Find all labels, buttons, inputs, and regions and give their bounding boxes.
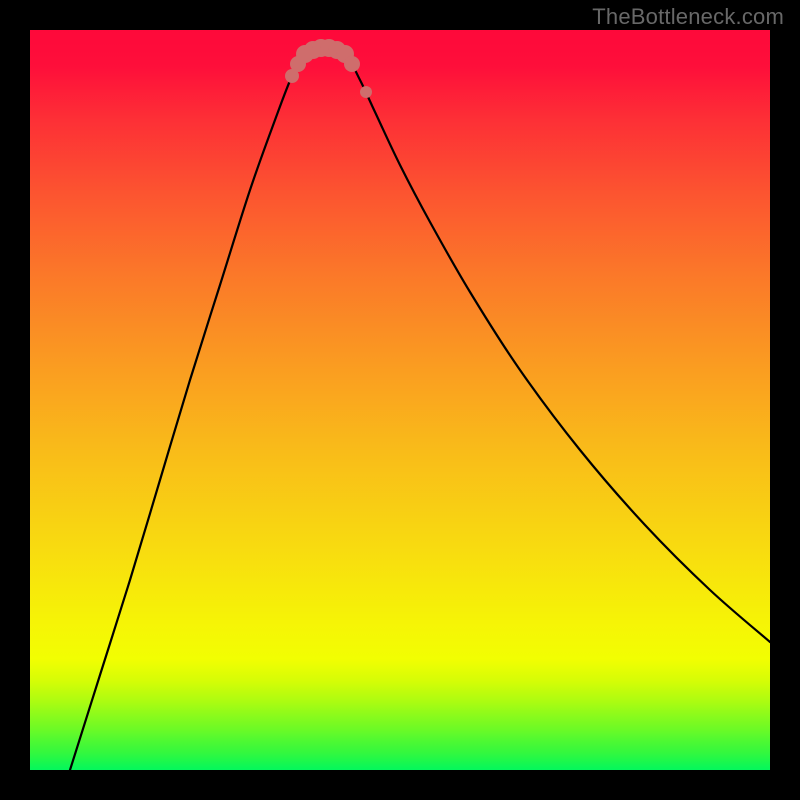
near-minimum-markers [285, 39, 372, 98]
chart-frame: TheBottleneck.com [0, 0, 800, 800]
chart-overlay-svg [30, 30, 770, 770]
gradient-plot-area [30, 30, 770, 770]
watermark-text: TheBottleneck.com [592, 4, 784, 30]
marker-dot [344, 56, 360, 72]
bottleneck-curve [70, 48, 770, 770]
marker-dot [360, 86, 372, 98]
